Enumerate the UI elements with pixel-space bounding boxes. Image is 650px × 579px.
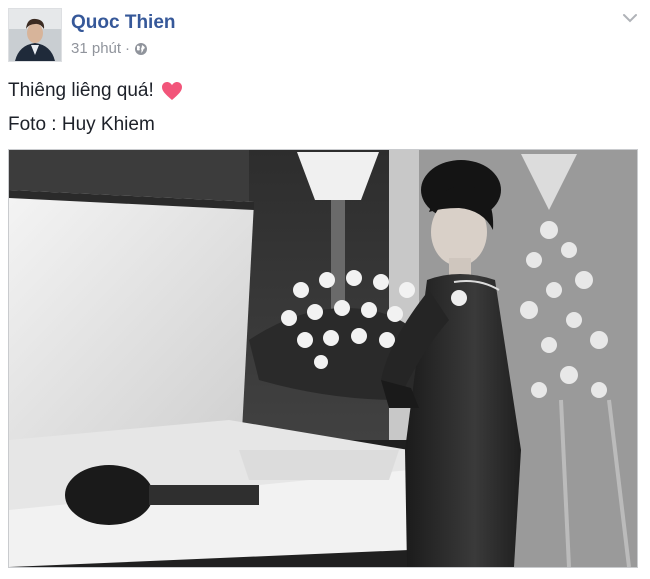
avatar[interactable] [8,8,62,62]
meta-separator: · [125,40,131,57]
globe-icon[interactable] [134,42,148,56]
photo-illustration [9,150,637,567]
avatar-photo [9,9,61,61]
post-photo[interactable] [8,149,638,568]
heart-icon [161,81,183,101]
post-meta: 31 phút · [71,40,148,58]
post-text-line-1: Thiêng liêng quá! [8,80,183,102]
facebook-post: Quoc Thien 31 phút · Thiêng liêng quá! F… [0,0,650,579]
author-name[interactable]: Quoc Thien [71,12,176,34]
post-text-1: Thiêng liêng quá! [8,80,154,101]
timestamp[interactable]: 31 phút [71,40,121,58]
chevron-down-icon[interactable] [622,10,638,26]
post-text-2: Foto : Huy Khiem [8,114,155,135]
